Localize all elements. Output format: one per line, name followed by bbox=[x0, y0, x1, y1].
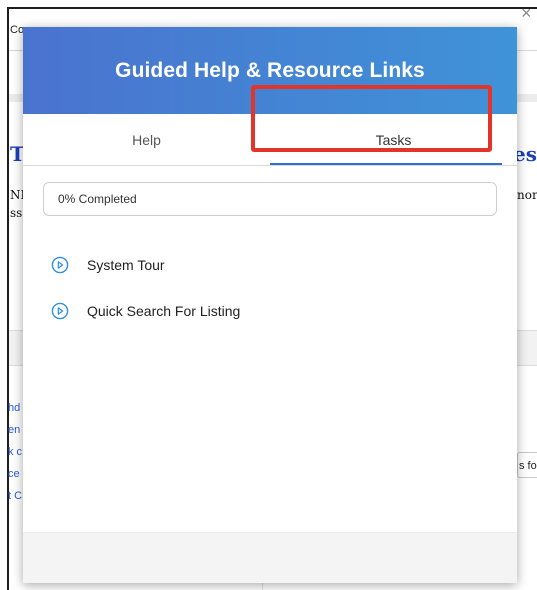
modal-title: Guided Help & Resource Links bbox=[115, 58, 425, 82]
task-item-system-tour[interactable]: System Tour bbox=[51, 256, 165, 274]
background-text-right: nor bbox=[517, 188, 537, 202]
modal-footer bbox=[23, 532, 517, 583]
background-text-left: ss bbox=[10, 206, 23, 220]
background-link[interactable]: ce bbox=[8, 468, 20, 480]
tasks-highlight-box bbox=[251, 85, 492, 152]
task-label: Quick Search For Listing bbox=[87, 303, 241, 319]
task-label: System Tour bbox=[87, 257, 165, 273]
background-link[interactable]: en bbox=[8, 424, 20, 436]
background-topbar-text: Co bbox=[10, 24, 25, 36]
tab-help[interactable]: Help bbox=[23, 114, 270, 166]
background-link[interactable]: hd bbox=[8, 402, 20, 414]
active-tab-indicator bbox=[270, 163, 502, 165]
background-input-text: s fo bbox=[519, 460, 537, 472]
close-icon[interactable]: × bbox=[521, 4, 532, 22]
background-link[interactable]: k c bbox=[8, 446, 22, 458]
progress-indicator: 0% Completed bbox=[43, 182, 497, 216]
play-circle-icon bbox=[51, 302, 69, 320]
play-circle-icon bbox=[51, 256, 69, 274]
progress-text: 0% Completed bbox=[58, 192, 137, 206]
tab-help-label: Help bbox=[132, 132, 161, 148]
background-link[interactable]: t C bbox=[8, 490, 22, 502]
task-item-quick-search[interactable]: Quick Search For Listing bbox=[51, 302, 240, 320]
